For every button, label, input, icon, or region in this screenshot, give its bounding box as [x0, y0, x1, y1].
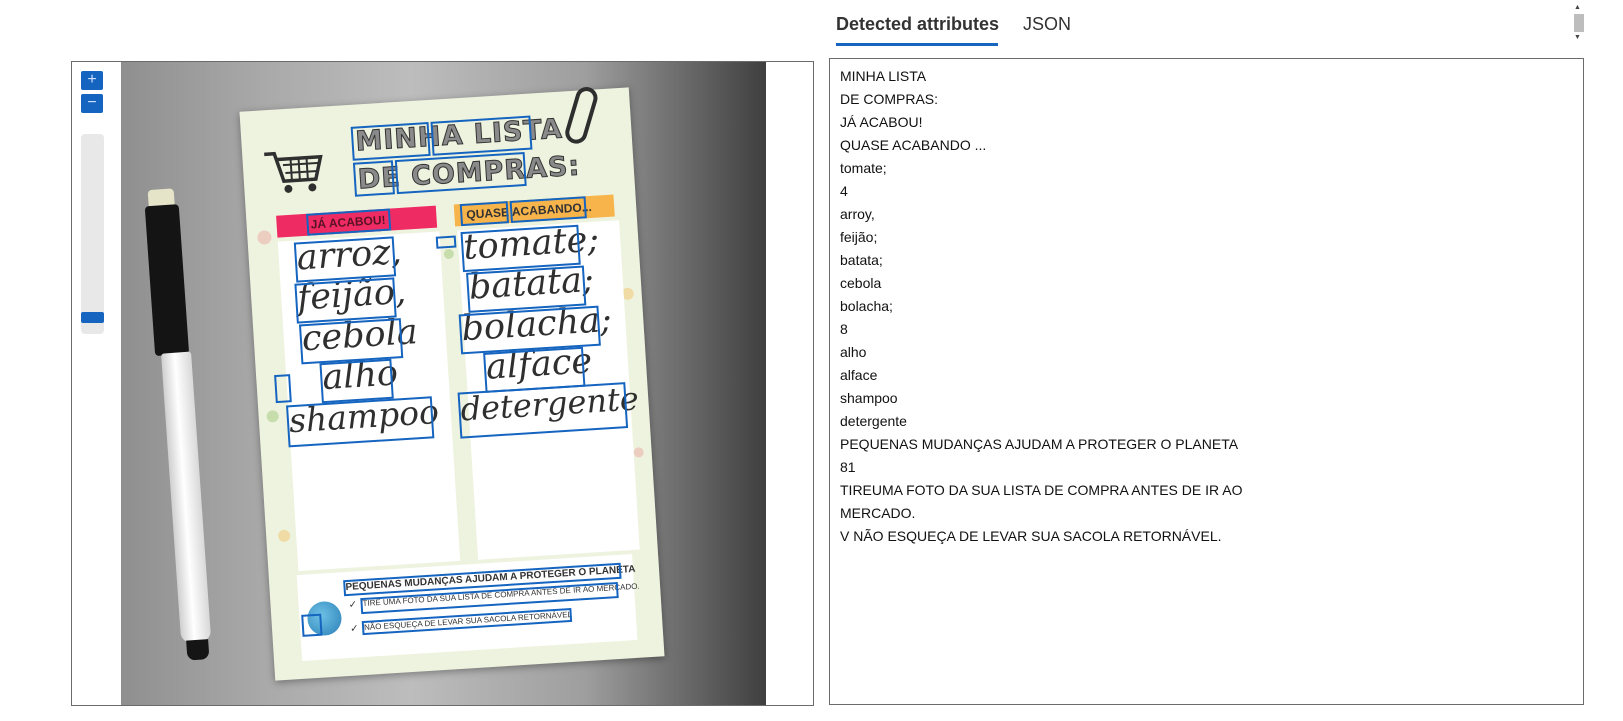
attribute-line: tomate;	[840, 160, 887, 176]
attribute-line: V NÃO ESQUEÇA DE LEVAR SUA SACOLA RETORN…	[840, 528, 1222, 544]
tab-json[interactable]: JSON	[1023, 14, 1071, 35]
attribute-line: TIREUMA FOTO DA SUA LISTA DE COMPRA ANTE…	[840, 482, 1243, 498]
photo: MINHA LISTA DE COMPRAS: JÁ ACABOU! QUASE…	[121, 62, 766, 705]
detection-box[interactable]	[352, 160, 395, 197]
active-tab-indicator	[836, 43, 998, 46]
attribute-line: 81	[840, 459, 856, 475]
attribute-line: 4	[840, 183, 848, 199]
detection-box[interactable]	[350, 121, 431, 161]
attribute-line: arroy,	[840, 206, 875, 222]
attribute-line: feijão;	[840, 229, 878, 245]
detection-box[interactable]	[294, 277, 397, 324]
detection-box[interactable]	[298, 318, 404, 365]
attribute-line: PEQUENAS MUDANÇAS AJUDAM A PROTEGER O PL…	[840, 436, 1239, 452]
detection-box[interactable]	[435, 235, 457, 249]
page-scrollbar[interactable]: ▲ ▼	[1573, 4, 1585, 44]
attribute-line: DE COMPRAS:	[840, 91, 939, 107]
detection-box[interactable]	[466, 265, 587, 313]
scrollbar-thumb[interactable]	[1574, 14, 1584, 32]
attribute-line: MINHA LISTA	[840, 68, 927, 84]
scroll-up-icon[interactable]: ▲	[1574, 4, 1581, 11]
detection-box[interactable]	[319, 358, 394, 404]
shopping-list-sheet: MINHA LISTA DE COMPRAS: JÁ ACABOU! QUASE…	[239, 84, 665, 681]
check-icon: ✓	[349, 623, 359, 635]
zoom-slider-handle[interactable]	[81, 312, 104, 323]
detection-box[interactable]	[394, 151, 527, 195]
detection-box[interactable]	[274, 374, 292, 404]
detected-attributes-panel[interactable]: MINHA LISTA DE COMPRAS: JÁ ACABOU! QUASE…	[829, 58, 1584, 705]
detection-box[interactable]	[459, 201, 510, 227]
scroll-down-icon[interactable]: ▼	[1574, 34, 1581, 41]
check-icon: ✓	[348, 599, 358, 611]
attribute-line: detergente	[840, 413, 907, 429]
tab-detected-attributes[interactable]: Detected attributes	[836, 14, 999, 35]
attribute-line: JÁ ACABOU!	[840, 114, 923, 130]
detection-box[interactable]	[293, 236, 397, 283]
attribute-line: bolacha;	[840, 298, 893, 314]
attribute-line: alho	[840, 344, 867, 360]
zoom-out-button[interactable]: −	[81, 94, 103, 113]
attribute-line: QUASE ACABANDO ...	[840, 137, 987, 153]
attribute-line: 8	[840, 321, 848, 337]
image-viewer[interactable]: + − MINHA LISTA DE COMPRAS: JÁ ACABOU! Q…	[71, 61, 814, 706]
detection-box[interactable]	[460, 224, 581, 273]
detection-box[interactable]	[306, 208, 392, 236]
paperclip-icon	[562, 84, 601, 147]
attribute-line: cebola	[840, 275, 882, 291]
attribute-line: alface	[840, 367, 878, 383]
detection-box[interactable]	[301, 613, 323, 637]
attribute-line: batata;	[840, 252, 883, 268]
zoom-slider[interactable]	[81, 134, 104, 334]
attribute-line: shampoo	[840, 390, 898, 406]
marker-pen	[140, 186, 237, 689]
detection-box[interactable]	[509, 196, 587, 223]
shopping-cart-icon	[264, 151, 323, 193]
attribute-line: MERCADO.	[840, 505, 916, 521]
zoom-in-button[interactable]: +	[81, 71, 103, 90]
detection-box[interactable]	[430, 115, 533, 156]
